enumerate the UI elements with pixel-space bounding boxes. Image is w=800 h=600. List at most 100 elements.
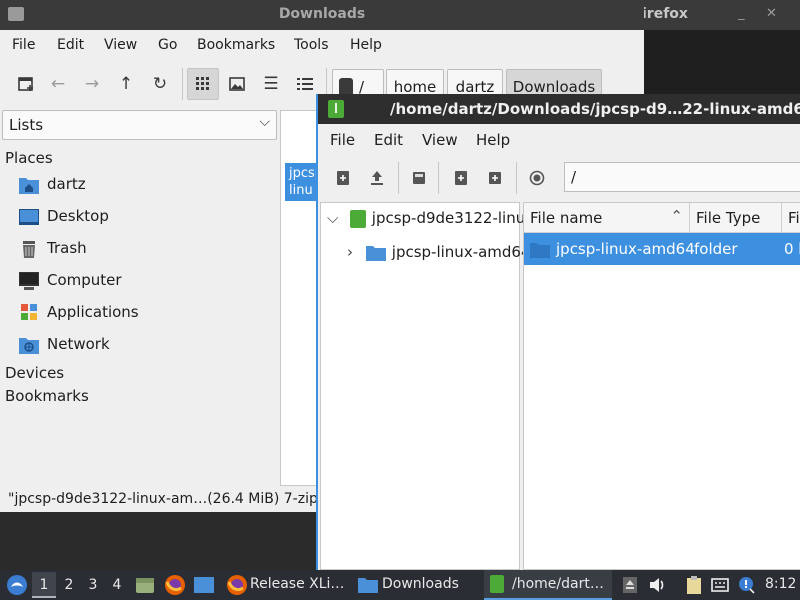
menubar: File Edit View Go Bookmarks Tools Help [0, 30, 644, 60]
taskbar: 1 2 3 4 Release XLi… Downloads /home/dar… [0, 570, 800, 600]
archive-manager-window: /home/dartz/Downloads/jpcsp-d9…22-linux-… [316, 94, 800, 570]
minimize-icon[interactable]: _ [738, 6, 745, 21]
close-icon[interactable]: ✕ [766, 6, 777, 21]
toolbar-separator [438, 162, 439, 194]
add-file-icon[interactable] [448, 165, 474, 191]
chevron-down-icon: ⌵ [259, 114, 270, 130]
window-title: Downloads [278, 6, 366, 22]
task-archive-manager[interactable]: /home/dart… [484, 570, 612, 600]
open-archive-icon[interactable] [364, 165, 390, 191]
file-view-pane[interactable]: jpcsp linu [280, 110, 320, 486]
workspace-4[interactable]: 4 [105, 572, 129, 598]
bookmarks-header[interactable]: Bookmarks [5, 387, 89, 405]
desktop-launcher-icon[interactable] [193, 575, 215, 595]
menu-bookmarks[interactable]: Bookmarks [197, 37, 275, 53]
network-folder-icon [19, 338, 39, 354]
menu-help[interactable]: Help [476, 131, 510, 149]
icon-view-icon[interactable] [187, 68, 219, 100]
file-manager-launcher-icon[interactable] [135, 575, 155, 595]
column-header-file-size[interactable]: Fil [782, 203, 800, 233]
archive-icon [490, 575, 504, 593]
volume-icon[interactable] [647, 575, 667, 595]
menu-file[interactable]: File [330, 131, 355, 149]
menu-view[interactable]: View [422, 131, 458, 149]
cell-file-type: folder [694, 240, 738, 258]
side-pane: Lists ⌵ Places dartz Desktop Trash Compu… [0, 106, 278, 488]
menubar: File Edit View Help [318, 124, 800, 154]
sidebar-item-network[interactable]: Network [18, 332, 268, 360]
cell-file-name: jpcsp-linux-amd64 [556, 240, 695, 258]
folder-icon [365, 246, 386, 261]
thumbnail-view-icon[interactable] [221, 68, 253, 100]
network-icon[interactable] [710, 575, 730, 595]
eject-icon[interactable] [620, 575, 640, 595]
new-archive-icon[interactable] [330, 165, 356, 191]
add-folder-icon[interactable] [482, 165, 508, 191]
menu-file[interactable]: File [12, 37, 35, 53]
side-pane-mode-select[interactable]: Lists ⌵ [2, 110, 277, 140]
update-notification-icon[interactable] [736, 575, 756, 595]
new-tab-icon[interactable] [10, 68, 42, 100]
sidebar-item-desktop[interactable]: Desktop [18, 204, 268, 232]
computer-icon [19, 272, 39, 290]
background-window [640, 30, 800, 96]
tree-item-child[interactable]: › jpcsp-linux-amd64 [347, 243, 531, 261]
stop-icon[interactable] [524, 165, 550, 191]
places-header[interactable]: Places [5, 149, 53, 167]
compact-view-icon[interactable]: ☰ [255, 68, 287, 100]
column-header-file-name[interactable]: File name ⌃ [524, 203, 690, 233]
status-text: "jpcsp-d9de3122-linux-am…(26.4 MiB) 7-zi… [8, 491, 337, 507]
task-downloads[interactable]: Downloads [354, 570, 480, 600]
applications-icon [21, 304, 37, 320]
selected-file-label[interactable]: jpcsp linu [285, 163, 319, 201]
sidebar-item-applications[interactable]: Applications [18, 300, 268, 328]
archive-tree[interactable]: ⌵ jpcsp-d9de3122-linux › jpcsp-linux-amd… [320, 202, 534, 570]
clock[interactable]: 8:12 [765, 576, 796, 592]
tree-item-root[interactable]: ⌵ jpcsp-d9de3122-linux [327, 209, 534, 228]
devices-header[interactable]: Devices [5, 364, 64, 382]
forward-icon[interactable]: → [76, 68, 108, 100]
toolbar-separator [398, 162, 399, 194]
archive-file-list[interactable]: File name ⌃ File Type Fil jpcsp-linux-am… [523, 202, 800, 570]
sidebar-item-trash[interactable]: Trash [18, 236, 268, 264]
up-icon[interactable]: ↑ [110, 68, 142, 100]
menu-edit[interactable]: Edit [57, 37, 84, 53]
desktop-icon [19, 209, 39, 225]
menu-tools[interactable]: Tools [294, 37, 329, 53]
clipboard-icon[interactable] [684, 575, 704, 595]
sort-ascending-icon: ⌃ [670, 207, 683, 225]
workspace-3[interactable]: 3 [81, 572, 105, 598]
firefox-window-title: irefox [642, 6, 688, 22]
table-row[interactable]: jpcsp-linux-amd64 folder 0 b [524, 233, 800, 265]
archive-icon [328, 100, 344, 118]
toolbar-separator [182, 68, 183, 100]
sidebar-item-dartz[interactable]: dartz [18, 172, 268, 200]
reload-icon[interactable]: ↻ [144, 68, 176, 100]
archive-titlebar[interactable]: /home/dartz/Downloads/jpcsp-d9…22-linux-… [318, 94, 800, 124]
toolbar-separator [516, 162, 517, 194]
trash-icon [23, 241, 35, 258]
workspace-1[interactable]: 1 [32, 572, 56, 598]
archive-icon [349, 209, 366, 228]
start-menu-icon[interactable] [6, 574, 28, 596]
folder-icon [530, 243, 550, 258]
menu-view[interactable]: View [104, 37, 137, 53]
file-manager-titlebar[interactable]: Downloads [0, 0, 644, 30]
chevron-right-icon[interactable]: › [347, 243, 361, 261]
location-input[interactable]: / [564, 162, 800, 192]
menu-go[interactable]: Go [158, 37, 177, 53]
menu-help[interactable]: Help [350, 37, 382, 53]
window-title: /home/dartz/Downloads/jpcsp-d9…22-linux-… [390, 100, 800, 118]
folder-icon [358, 578, 378, 593]
chevron-down-icon[interactable]: ⌵ [327, 209, 339, 227]
extract-icon[interactable] [406, 165, 432, 191]
workspace-2[interactable]: 2 [57, 572, 81, 598]
task-firefox[interactable]: Release XLi… [222, 570, 352, 600]
firefox-launcher-icon[interactable] [164, 574, 186, 596]
firefox-icon [227, 575, 247, 595]
menu-edit[interactable]: Edit [374, 131, 403, 149]
back-icon[interactable]: ← [42, 68, 74, 100]
column-header-file-type[interactable]: File Type [690, 203, 782, 233]
sidebar-item-computer[interactable]: Computer [18, 268, 268, 296]
cell-file-size: 0 b [784, 240, 800, 258]
